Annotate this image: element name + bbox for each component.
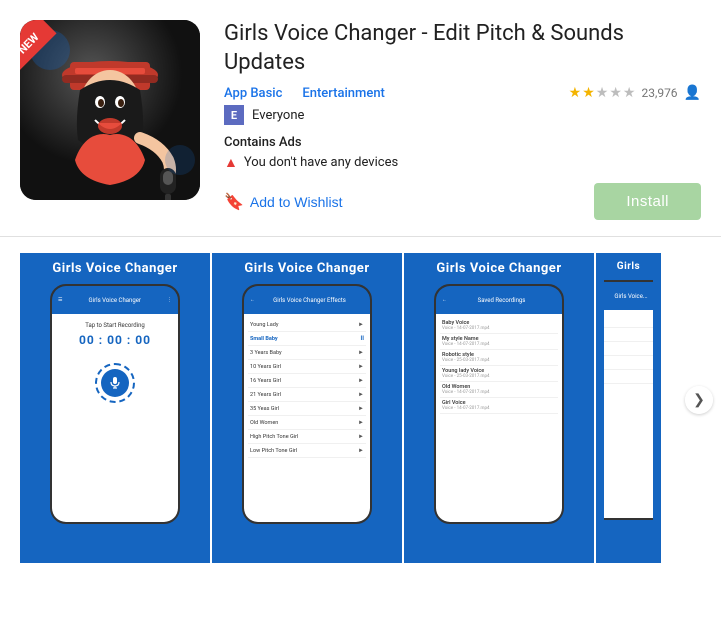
app-icon-wrapper: NEW xyxy=(20,20,200,200)
effect-3-years: 3 Years Baby► xyxy=(248,346,366,360)
mic-inner xyxy=(101,369,129,397)
warning-icon: ▲ xyxy=(224,154,238,171)
star-3: ★ xyxy=(596,85,609,101)
phone-notch-4: ← Girls Voice... xyxy=(604,282,653,310)
mic-circle xyxy=(95,363,135,403)
screenshot-2-title: Girls Voice Changer xyxy=(220,261,394,276)
app-header: NEW xyxy=(0,0,721,237)
star-1: ★ xyxy=(569,85,582,101)
phone-notch-2: ← Girls Voice Changer Effects xyxy=(244,286,370,314)
tap-to-record-text: Tap to Start Recording xyxy=(85,322,145,329)
timer-display: 00 : 00 : 00 xyxy=(79,333,151,347)
screenshot-4: Girls ← Girls Voice... Young Lady► xyxy=(596,253,661,563)
star-rating: ★ ★ ★ ★ ★ xyxy=(569,85,636,101)
screenshot-4-title: Girls xyxy=(604,261,653,272)
app-info: Girls Voice Changer - Edit Pitch & Sound… xyxy=(224,20,701,220)
meta-right: ★ ★ ★ ★ ★ 23,976 👤 xyxy=(569,85,701,101)
nav-label-3: Saved Recordings xyxy=(447,297,556,304)
screen-inner-1: Tap to Start Recording 00 : 00 : 00 xyxy=(52,314,178,522)
phone-screen-1: ☰ Girls Voice Changer ⋮ Tap to Start Rec… xyxy=(50,284,180,524)
screen3-content: Baby Voice Voice - 14-07-2017.mp4 My sty… xyxy=(436,314,562,522)
effect-16-years: 16 Years Girl► xyxy=(248,374,366,388)
screen4-content: Young Lady► 3 Years Baby► 10 Yrs Girl► H… xyxy=(604,310,653,518)
screenshot-3-title: Girls Voice Changer xyxy=(412,261,586,276)
screenshots-section: Girls Voice Changer ☰ Girls Voice Change… xyxy=(0,237,721,563)
screen-inner-2: Young Lady► Small BabyII 3 Years Baby► 1… xyxy=(244,314,370,522)
screenshot-1: Girls Voice Changer ☰ Girls Voice Change… xyxy=(20,253,210,563)
wishlist-icon: 🔖 xyxy=(224,192,244,212)
recording-baby-voice: Baby Voice Voice - 14-07-2017.mp4 xyxy=(440,318,558,334)
screenshot-2: Girls Voice Changer ← Girls Voice Change… xyxy=(212,253,402,563)
effect-35-years: 35 Yeas Girl► xyxy=(248,402,366,416)
recording-my-style: My style Name Voice - 14-07-2017.mp4 xyxy=(440,334,558,350)
phone-notch-1: ☰ Girls Voice Changer ⋮ xyxy=(52,286,178,314)
install-button[interactable]: Install xyxy=(594,183,701,220)
rated-e-badge: E xyxy=(224,105,244,125)
mic-svg xyxy=(108,376,122,390)
everyone-text: Everyone xyxy=(252,108,304,123)
wishlist-install-row: 🔖 Add to Wishlist Install xyxy=(224,183,701,220)
screen2-content: Young Lady► Small BabyII 3 Years Baby► 1… xyxy=(244,314,370,522)
meta-row-top: App Basic Entertainment ★ ★ ★ ★ ★ 23,976… xyxy=(224,85,701,101)
app-icon-image xyxy=(20,20,200,200)
rating-count: 23,976 xyxy=(641,86,677,100)
screenshot-3: Girls Voice Changer ← Saved Recordings B… xyxy=(404,253,594,563)
nav-label-2: Girls Voice Changer Effects xyxy=(255,297,364,304)
recording-young-lady: Young lady Voice Voice - 25-03-2017.mp4 xyxy=(440,366,558,382)
screen-inner-3: Baby Voice Voice - 14-07-2017.mp4 My sty… xyxy=(436,314,562,522)
screen-inner-4: Young Lady► 3 Years Baby► 10 Yrs Girl► H… xyxy=(604,310,653,518)
rated-e-row: E Everyone xyxy=(224,105,701,125)
phone-notch-3: ← Saved Recordings xyxy=(436,286,562,314)
effect-high-4: High Pitch► xyxy=(604,356,653,370)
phone-screen-2: ← Girls Voice Changer Effects Young Lady… xyxy=(242,284,372,524)
effect-low-pitch: Low Pitch Tone Girl► xyxy=(248,444,366,458)
wishlist-label: Add to Wishlist xyxy=(250,194,343,210)
screenshot-1-title: Girls Voice Changer xyxy=(28,261,202,276)
device-warning: ▲ You don't have any devices xyxy=(224,154,701,171)
star-4: ★ xyxy=(609,85,622,101)
contains-ads: Contains Ads xyxy=(224,135,701,150)
effect-low-4: Low Pitch► xyxy=(604,370,653,384)
effect-10-years-4: 10 Yrs Girl► xyxy=(604,342,653,356)
star-2: ★ xyxy=(582,85,595,101)
add-to-wishlist-button[interactable]: 🔖 Add to Wishlist xyxy=(224,192,343,212)
device-warning-text: You don't have any devices xyxy=(244,155,398,170)
effect-young-lady-4: Young Lady► xyxy=(604,314,653,328)
scroll-right-button[interactable]: ❯ xyxy=(685,386,713,414)
effect-young-lady: Young Lady► xyxy=(248,318,366,332)
recording-old-women: Old Women Voice - 14-07-2017.mp4 xyxy=(440,382,558,398)
meta-left: App Basic Entertainment xyxy=(224,86,385,101)
effect-3-years-4: 3 Years Baby► xyxy=(604,328,653,342)
effect-old-women: Old Women► xyxy=(248,416,366,430)
recording-girl-voice: Girl Voice Voice - 14-07-2017.mp4 xyxy=(440,398,558,414)
nav-label-1: Girls Voice Changer xyxy=(62,297,167,304)
effect-10-years: 10 Years Girl► xyxy=(248,360,366,374)
phone-screen-3: ← Saved Recordings Baby Voice Voice - 14… xyxy=(434,284,564,524)
star-5: ★ xyxy=(623,85,636,101)
phone-screen-4: ← Girls Voice... Young Lady► 3 Years Bab… xyxy=(604,280,653,520)
app-icon: NEW xyxy=(20,20,200,200)
screenshot-scroll: Girls Voice Changer ☰ Girls Voice Change… xyxy=(0,253,721,563)
app-basic-link[interactable]: App Basic xyxy=(224,86,282,101)
app-detail-page: NEW xyxy=(0,0,721,563)
effect-high-pitch: High Pitch Tone Girl► xyxy=(248,430,366,444)
effect-21-years: 21 Years Girl► xyxy=(248,388,366,402)
user-icon: 👤 xyxy=(684,85,701,101)
effect-small-baby: Small BabyII xyxy=(248,332,366,346)
entertainment-link[interactable]: Entertainment xyxy=(302,86,385,101)
app-title: Girls Voice Changer - Edit Pitch & Sound… xyxy=(224,20,701,77)
screen1-content: Tap to Start Recording 00 : 00 : 00 xyxy=(52,314,178,522)
recording-robotic: Robotic style Voice - 25-03-2017.mp4 xyxy=(440,350,558,366)
more-icon-1: ⋮ xyxy=(167,297,172,303)
